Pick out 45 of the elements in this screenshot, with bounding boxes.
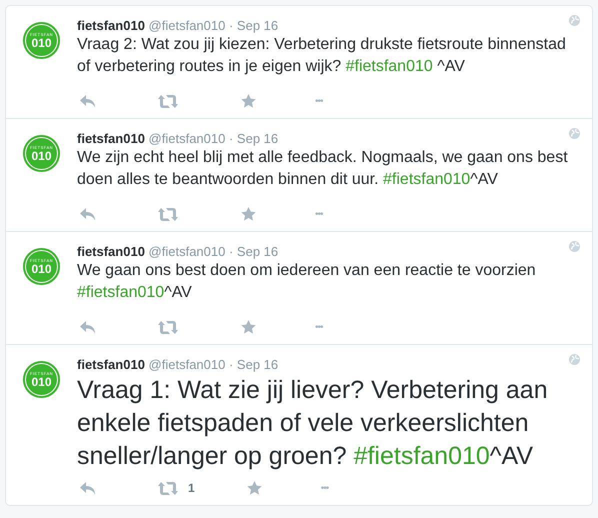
tweet-text: We gaan ons best doen om iedereen van een reactie te voorzien #fietsfan010^AV xyxy=(77,261,537,303)
globe-icon xyxy=(569,354,580,365)
reply-icon[interactable] xyxy=(80,320,96,334)
tweet-text: Vraag 2: Wat zou jij kiezen: Verbetering drukste fietsroute binnenstad of verbetering routes in je eigen wijk? #fietsfan010 ^AV xyxy=(77,35,567,77)
retweet-icon[interactable] xyxy=(158,94,178,108)
tweet-date[interactable]: · Sep 16 xyxy=(228,131,278,146)
more-button[interactable]: ••• xyxy=(315,208,323,220)
favorite-star-icon[interactable] xyxy=(246,481,262,495)
tweet-date[interactable]: · Sep 16 xyxy=(228,18,278,33)
user-name[interactable]: fietsfan010 xyxy=(77,18,145,33)
globe-icon xyxy=(569,128,580,139)
favorite-star-icon[interactable] xyxy=(241,207,256,221)
user-name[interactable]: fietsfan010 xyxy=(77,357,145,372)
retweet-count: 1 xyxy=(188,481,195,495)
more-button[interactable]: ••• xyxy=(315,96,323,106)
hashtag-link[interactable]: #fietsfan010 xyxy=(346,58,433,75)
user-handle[interactable]: @fietsfan010 xyxy=(148,244,226,259)
hashtag-link[interactable]: #fietsfan010 xyxy=(77,284,164,301)
hashtag-link[interactable]: #fietsfan010 xyxy=(354,442,490,470)
logo-number: 010 xyxy=(31,150,52,162)
favorite-star-icon[interactable] xyxy=(241,320,256,334)
retweet-icon[interactable] xyxy=(158,208,178,220)
reply-icon[interactable] xyxy=(80,94,96,108)
user-name[interactable]: fietsfan010 xyxy=(77,131,145,146)
reply-icon[interactable] xyxy=(80,208,96,220)
tweet-date[interactable]: · Sep 16 xyxy=(228,357,278,372)
reply-icon[interactable] xyxy=(80,482,96,494)
tweet-date[interactable]: · Sep 16 xyxy=(228,244,278,259)
globe-icon xyxy=(569,15,580,26)
user-handle[interactable]: @fietsfan010 xyxy=(148,357,226,372)
user-handle[interactable]: @fietsfan010 xyxy=(148,18,226,33)
user-handle[interactable]: @fietsfan010 xyxy=(148,131,226,146)
logo-number: 010 xyxy=(31,263,52,275)
hashtag-link[interactable]: #fietsfan010 xyxy=(383,171,470,188)
more-button[interactable]: ••• xyxy=(320,482,328,494)
retweet-icon[interactable] xyxy=(158,320,178,334)
more-button[interactable]: ••• xyxy=(315,322,323,332)
user-name[interactable]: fietsfan010 xyxy=(77,244,145,259)
retweet-icon[interactable] xyxy=(158,482,178,494)
tweet-text: We zijn echt heel blij met alle feedback. Nogmaals, we gaan ons best doen alles te beantwoorden binnen dit uur. #fietsfan010^AV xyxy=(77,148,569,190)
globe-icon xyxy=(569,241,580,252)
tweet-text: Vraag 1: Wat zie jij liever? Verbetering aan enkele fietspaden of vele verkeerslichten sneller/langer op groen? #fietsfan010^AV xyxy=(77,375,549,472)
favorite-star-icon[interactable] xyxy=(241,94,256,108)
logo-number: 010 xyxy=(31,376,52,388)
logo-number: 010 xyxy=(31,37,52,49)
